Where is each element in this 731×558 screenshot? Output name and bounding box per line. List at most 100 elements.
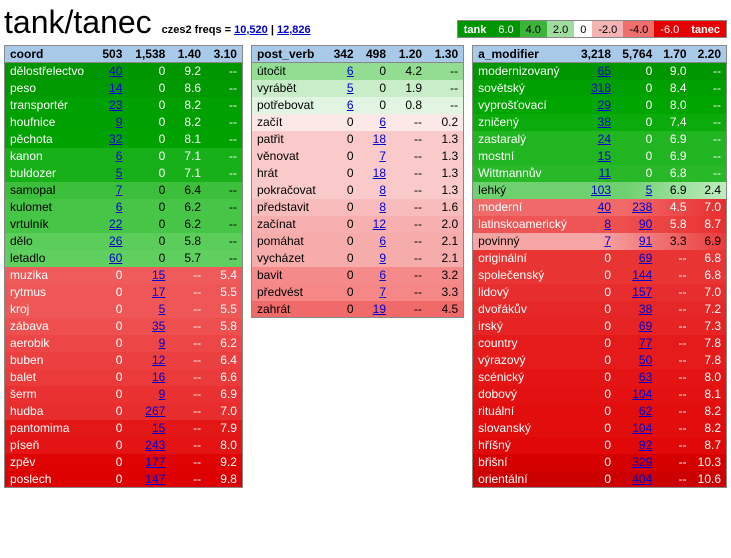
row-val-d: 2.1 [427,250,464,267]
freq-link[interactable]: 29 [598,98,611,112]
freq-link[interactable]: 12 [152,353,165,367]
freq-link[interactable]: 5 [347,81,354,95]
row-val-a: 5 [326,80,358,97]
freq-link[interactable]: 404 [632,472,652,486]
freq-link[interactable]: 22 [109,217,122,231]
row-val-d: 5.8 [206,318,242,335]
freq-link[interactable]: 24 [598,132,611,146]
freq-link[interactable]: 92 [639,438,652,452]
freq-link[interactable]: 8 [379,183,386,197]
row-val-a: 38 [575,114,616,131]
freq-link[interactable]: 7 [379,149,386,163]
freq-link[interactable]: 15 [152,268,165,282]
freq-link[interactable]: 18 [373,132,386,146]
row-val-b: 0 [616,97,657,114]
freq-link[interactable]: 157 [632,285,652,299]
freq-summary: czes2 freqs = 10,520 | 12,826 [162,24,311,36]
freq-link[interactable]: 17 [152,285,165,299]
table-row: rituální062--8.2 [473,403,727,420]
freq-link[interactable]: 267 [145,404,165,418]
table-row: pantomima015--7.9 [5,420,243,437]
freq-link[interactable]: 5 [116,166,123,180]
freq-link[interactable]: 6 [379,268,386,282]
row-val-a: 6 [326,63,358,80]
freq-link[interactable]: 238 [632,200,652,214]
freq-link[interactable]: 6 [379,115,386,129]
freq-link[interactable]: 62 [639,404,652,418]
freq-link[interactable]: 6 [347,64,354,78]
row-val-d: 7.8 [692,352,727,369]
freq-link[interactable]: 91 [639,234,652,248]
freq-link[interactable]: 104 [632,387,652,401]
freq-link[interactable]: 6 [116,149,123,163]
freq-link[interactable]: 18 [373,166,386,180]
freq-link[interactable]: 318 [591,81,611,95]
freq-link[interactable]: 40 [598,200,611,214]
freq-link[interactable]: 90 [639,217,652,231]
freq-link[interactable]: 7 [379,285,386,299]
legend-val-1: 6.0 [492,21,519,37]
freq-link[interactable]: 69 [639,319,652,333]
col-header-name: coord [5,46,96,63]
freq-link[interactable]: 5 [646,183,653,197]
table-row: moderní402384.57.0 [473,199,727,216]
freq2-link[interactable]: 12,826 [277,24,311,36]
row-val-b: 9 [127,386,170,403]
freq-link[interactable]: 6 [347,98,354,112]
table-row: houfnice908.2-- [5,114,243,131]
freq-link[interactable]: 9 [159,336,166,350]
freq-link[interactable]: 32 [109,132,122,146]
row-val-c: -- [391,233,427,250]
freq-link[interactable]: 7 [116,183,123,197]
freq-link[interactable]: 60 [109,251,122,265]
page-header: tank/tanec czes2 freqs = 10,520 | 12,826… [4,4,727,41]
freq-link[interactable]: 7 [604,234,611,248]
row-word: břišní [473,454,575,471]
row-val-c: 3.3 [657,233,691,250]
freq-link[interactable]: 8 [379,200,386,214]
row-word: letadlo [5,250,96,267]
freq-link[interactable]: 9 [116,115,123,129]
freq-link[interactable]: 11 [599,166,611,180]
freq-link[interactable]: 38 [598,115,611,129]
row-val-c: -- [170,301,206,318]
freq-link[interactable]: 9 [159,387,166,401]
freq-link[interactable]: 103 [591,183,611,197]
freq-link[interactable]: 63 [639,370,652,384]
freq-link[interactable]: 329 [632,455,652,469]
freq-link[interactable]: 38 [639,302,652,316]
freq-link[interactable]: 40 [109,64,122,78]
table-a_modifier-header: a_modifier3,2185,7641.702.20 [473,46,727,63]
freq-link[interactable]: 9 [379,251,386,265]
freq-link[interactable]: 35 [152,319,165,333]
freq-link[interactable]: 19 [373,302,386,316]
freq-link[interactable]: 147 [145,472,165,486]
freq-link[interactable]: 26 [109,234,122,248]
freq-link[interactable]: 8 [604,217,611,231]
table-row: dvořákův038--7.2 [473,301,727,318]
freq-link[interactable]: 23 [109,98,122,112]
freq-link[interactable]: 15 [598,149,611,163]
freq-link[interactable]: 6 [379,234,386,248]
freq-link[interactable]: 65 [598,64,611,78]
freq-link[interactable]: 15 [152,421,165,435]
freq-link[interactable]: 104 [632,421,652,435]
freq1-link[interactable]: 10,520 [234,24,268,36]
freq-link[interactable]: 16 [152,370,165,384]
row-val-b: 104 [616,386,657,403]
freq-link[interactable]: 69 [639,251,652,265]
freq-link[interactable]: 144 [632,268,652,282]
freq-link[interactable]: 177 [145,455,165,469]
col-header-num: 1.20 [391,46,427,63]
row-word: slovanský [473,420,575,437]
freq-link[interactable]: 14 [109,81,122,95]
row-word: poslech [5,471,96,488]
row-word: transportér [5,97,96,114]
freq-link[interactable]: 12 [373,217,386,231]
freq-link[interactable]: 243 [145,438,165,452]
freq-link[interactable]: 50 [639,353,652,367]
row-val-c: 8.1 [170,131,206,148]
freq-link[interactable]: 77 [639,336,652,350]
freq-link[interactable]: 5 [159,302,166,316]
freq-link[interactable]: 6 [116,200,123,214]
